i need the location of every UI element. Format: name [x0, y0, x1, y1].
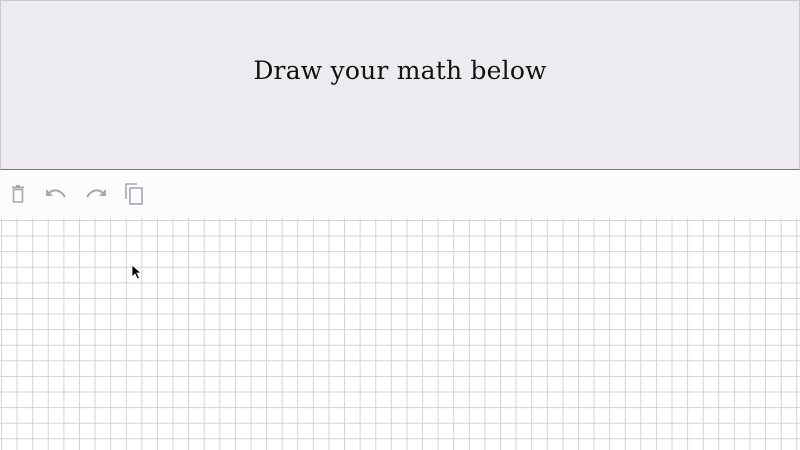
clear-button[interactable] — [8, 182, 28, 206]
drawing-canvas[interactable] — [0, 218, 800, 450]
redo-button[interactable] — [84, 182, 108, 206]
undo-button[interactable] — [44, 182, 68, 206]
copy-button[interactable] — [124, 182, 144, 206]
drawing-toolbar — [0, 170, 800, 218]
undo-icon — [45, 187, 67, 201]
copy-icon — [125, 183, 143, 205]
redo-icon — [85, 187, 107, 201]
math-preview-panel: Draw your math below — [0, 0, 800, 170]
mouse-pointer-icon — [131, 264, 143, 280]
math-input-app: Draw your math below — [0, 0, 800, 450]
trash-icon — [11, 185, 25, 203]
preview-prompt-text: Draw your math below — [253, 55, 547, 85]
